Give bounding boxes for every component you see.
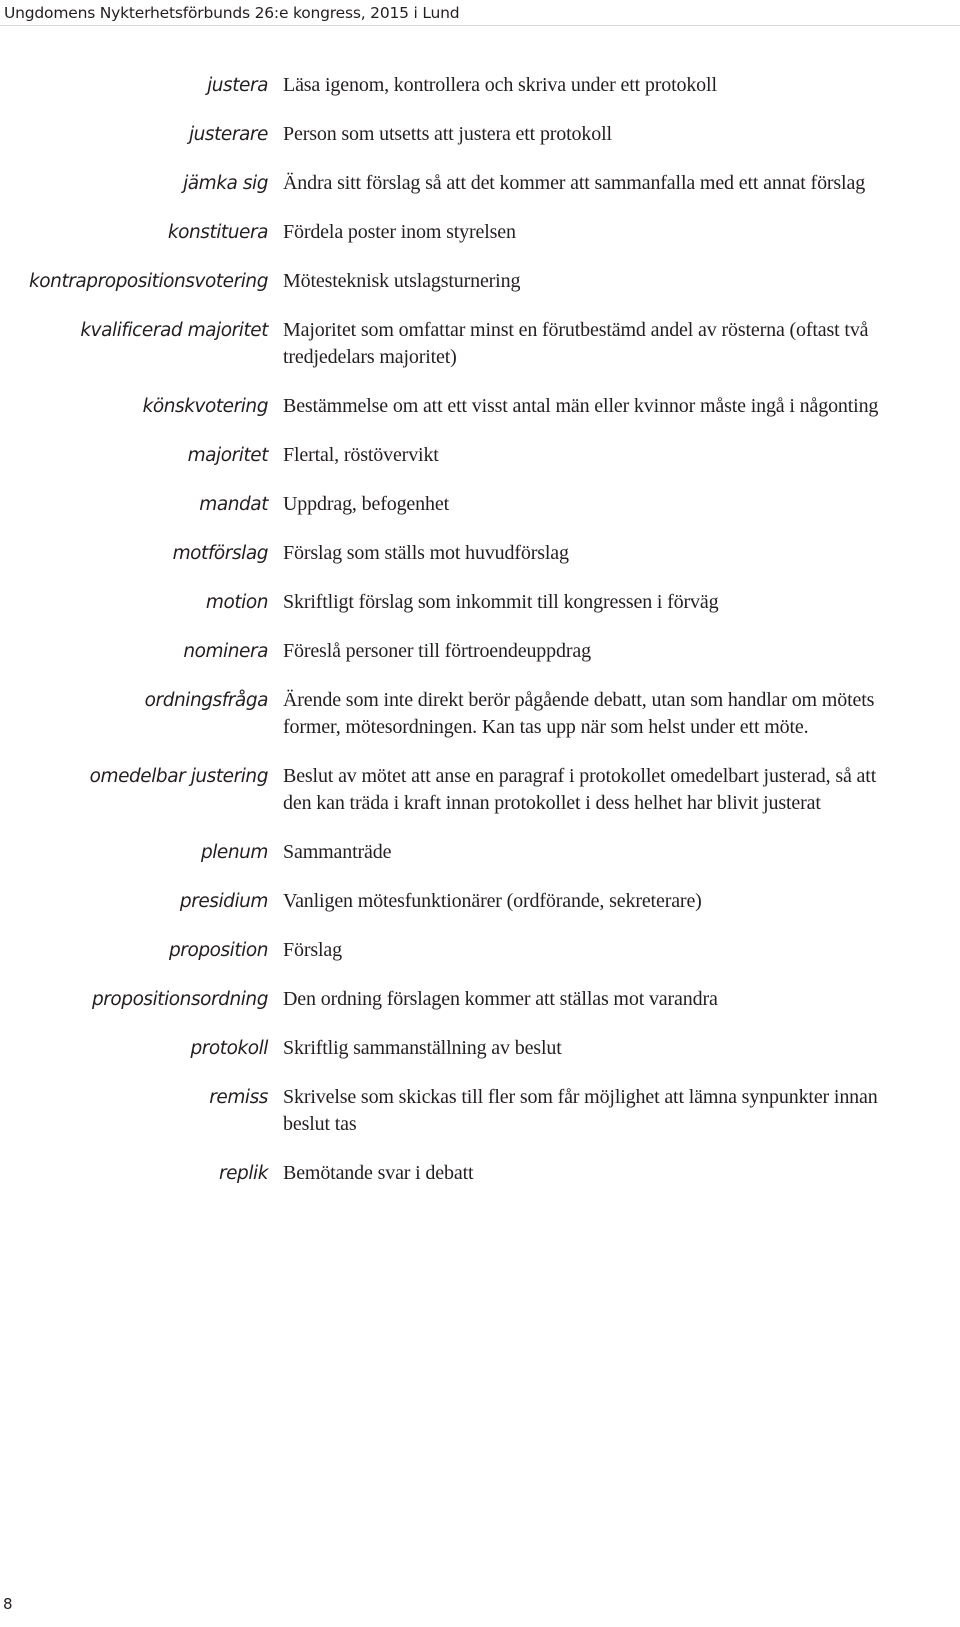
glossary-term: jämka sig [183,173,268,194]
glossary-entry: mandat Uppdrag, befogenhet [0,491,960,518]
glossary-entry: omedelbar justering Beslut av mötet att a… [0,763,960,817]
glossary-definition: Skriftlig sammanställning av beslut [283,1037,562,1059]
glossary-entry: justerare Person som utsetts att justera … [0,121,960,148]
glossary-entry: majoritet Flertal, röstövervikt [0,442,960,469]
glossary-definition: Skriftligt förslag som inkommit till kon… [283,591,719,613]
glossary-term: kvalificerad majoritet [80,320,268,341]
page-number: 8 [3,1595,13,1613]
glossary-definition-list: justera Läsa igenom, kontrollera och skri… [0,72,960,1209]
glossary-definition: Fördela poster inom styrelsen [283,221,516,243]
glossary-term: remiss [209,1087,268,1108]
glossary-entry: plenum Sammanträde [0,839,960,866]
glossary-entry: kvalificerad majoritet Majoritet som omfa… [0,317,960,371]
glossary-entry: justera Läsa igenom, kontrollera och skri… [0,72,960,99]
glossary-definition: Person som utsetts att justera ett proto… [283,123,612,145]
glossary-definition: Läsa igenom, kontrollera och skriva unde… [283,74,717,96]
glossary-entry: könskvotering Bestämmelse om att ett viss… [0,393,960,420]
glossary-definition: Flertal, röstövervikt [283,444,439,466]
header-divider-rule [0,25,960,26]
glossary-definition: Majoritet som omfattar minst en förutbes… [283,319,869,368]
glossary-entry: replik Bemötande svar i debatt [0,1160,960,1187]
glossary-entry: konstituera Fördela poster inom styrelsen [0,219,960,246]
glossary-definition: Bemötande svar i debatt [283,1162,474,1184]
glossary-entry: nominera Föreslå personer till förtroende… [0,638,960,665]
glossary-term: motförslag [172,543,269,564]
glossary-term: mandat [199,494,268,515]
glossary-definition: Beslut av mötet att anse en paragraf i p… [283,765,877,814]
glossary-term: plenum [200,842,268,863]
glossary-entry: propositionsordning Den ordning förslagen… [0,986,960,1013]
glossary-definition: Förslag [283,939,342,961]
glossary-definition: Föreslå personer till förtroendeuppdrag [283,640,591,662]
glossary-definition: Uppdrag, befogenhet [283,493,449,515]
glossary-term: ordningsfråga [144,690,269,711]
glossary-definition: Den ordning förslagen kommer att ställas… [283,988,718,1010]
glossary-definition: Ärende som inte direkt berör pågående de… [283,689,875,738]
glossary-term: majoritet [187,445,269,466]
glossary-term: motion [205,592,269,613]
glossary-definition: Mötesteknisk utslagsturnering [283,270,521,292]
glossary-term: könskvotering [142,396,269,417]
glossary-term: propositionsordning [91,989,268,1010]
glossary-term: kontrapropositionsvotering [29,271,268,292]
running-header-title: Ungdomens Nykterhetsförbunds 26:e kongre… [4,4,460,22]
page-running-header: Ungdomens Nykterhetsförbunds 26:e kongre… [0,0,960,26]
glossary-entry: proposition Förslag [0,937,960,964]
glossary-definition: Ändra sitt förslag så att det kommer att… [283,172,866,194]
glossary-definition: Vanligen mötesfunktionärer (ordförande, … [283,890,702,912]
glossary-term: replik [218,1163,268,1184]
glossary-term: presidium [179,891,269,912]
glossary-entry: jämka sig Ändra sitt förslag så att det k… [0,170,960,197]
glossary-entry: ordningsfråga Ärende som inte direkt berö… [0,687,960,741]
glossary-term: nominera [183,641,268,662]
glossary-term: konstituera [167,222,269,243]
glossary-entry: motförslag Förslag som ställs mot huvudfö… [0,540,960,567]
glossary-definition: Bestämmelse om att ett visst antal män e… [283,395,879,417]
glossary-definition: Förslag som ställs mot huvudförslag [283,542,569,564]
glossary-entry: protokoll Skriftlig sammanställning av be… [0,1035,960,1062]
glossary-term: protokoll [190,1038,268,1059]
glossary-term: justerare [188,124,268,145]
glossary-definition: Skrivelse som skickas till fler som får … [283,1086,878,1135]
glossary-definition: Sammanträde [283,841,392,863]
glossary-entry: presidium Vanligen mötesfunktionärer (ord… [0,888,960,915]
glossary-entry: remiss Skrivelse som skickas till fler so… [0,1084,960,1138]
glossary-entry: kontrapropositionsvotering Mötesteknisk u… [0,268,960,295]
glossary-term: proposition [169,940,268,961]
glossary-entry: motion Skriftligt förslag som inkommit ti… [0,589,960,616]
glossary-term: omedelbar justering [89,766,269,787]
glossary-term: justera [207,75,268,96]
